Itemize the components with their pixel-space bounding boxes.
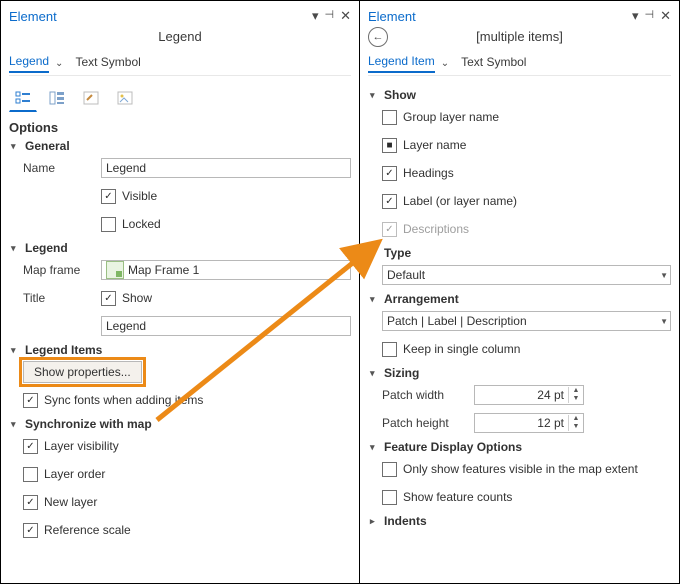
- patch-width-label: Patch width: [382, 388, 466, 402]
- tab-text-symbol-right[interactable]: Text Symbol: [461, 55, 526, 72]
- image-view-icon[interactable]: [111, 85, 139, 111]
- layer-name-checkbox[interactable]: ■Layer name: [382, 138, 466, 153]
- layer-order-checkbox[interactable]: Layer order: [23, 467, 105, 482]
- element-pane-left: Element ▾ ⊣ ✕ Legend Legend ⌄ Text Symbo…: [0, 0, 360, 584]
- caret-down-icon: ▾: [370, 294, 380, 305]
- label-checkbox[interactable]: ✓Label (or layer name): [382, 194, 517, 209]
- show-feature-counts-checkbox[interactable]: Show feature counts: [382, 490, 512, 505]
- window-controls: ▾ ⊣ ✕: [312, 8, 351, 24]
- group-layer-name-checkbox[interactable]: Group layer name: [382, 110, 499, 125]
- list-view-icon[interactable]: [9, 85, 37, 112]
- caret-down-icon: ▾: [370, 90, 380, 101]
- visible-checkbox[interactable]: ✓Visible: [101, 189, 157, 204]
- options-heading: Options: [9, 120, 351, 135]
- show-title-checkbox[interactable]: ✓Show: [101, 291, 152, 306]
- close-icon[interactable]: ✕: [660, 8, 671, 24]
- reference-scale-checkbox[interactable]: ✓Reference scale: [23, 523, 131, 538]
- view-mode-icons: [9, 84, 351, 112]
- name-input[interactable]: [101, 158, 351, 178]
- pin-icon[interactable]: ⊣: [325, 8, 335, 24]
- group-show[interactable]: ▾ Show: [370, 88, 671, 102]
- close-icon[interactable]: ✕: [340, 8, 351, 24]
- chevron-down-icon: ▼: [660, 317, 668, 326]
- spinner-up-icon[interactable]: ▲: [573, 415, 580, 423]
- back-button[interactable]: ←: [368, 27, 388, 47]
- group-legend[interactable]: ▾ Legend: [11, 241, 351, 255]
- title-label: Title: [23, 291, 93, 305]
- chevron-down-icon: ▼: [340, 266, 348, 275]
- title-input[interactable]: [101, 316, 351, 336]
- pane-subtitle: [multiple items]: [476, 29, 563, 44]
- patch-width-spinner[interactable]: 24 pt ▲▼: [474, 385, 584, 405]
- sync-fonts-checkbox[interactable]: ✓Sync fonts when adding items: [23, 393, 203, 408]
- map-frame-icon: [106, 261, 124, 279]
- tab-legend[interactable]: Legend: [9, 54, 49, 73]
- layer-visibility-checkbox[interactable]: ✓Layer visibility: [23, 439, 119, 454]
- arrangement-select[interactable]: Patch | Label | Description ▼: [382, 311, 671, 331]
- chevron-down-icon[interactable]: ⌄: [441, 58, 449, 69]
- chevron-down-icon: ▼: [660, 271, 668, 280]
- dropdown-icon[interactable]: ▾: [312, 8, 319, 24]
- caret-down-icon: ▾: [11, 141, 21, 152]
- tab-legend-item[interactable]: Legend Item: [368, 54, 435, 73]
- mapframe-select[interactable]: Map Frame 1 ▼: [101, 260, 351, 280]
- pane-subtitle-row: ← [multiple items]: [368, 27, 671, 47]
- name-label: Name: [23, 161, 93, 175]
- caret-down-icon: ▾: [11, 243, 21, 254]
- caret-down-icon: ▾: [11, 419, 21, 430]
- caret-down-icon: ▾: [370, 442, 380, 453]
- group-arrangement[interactable]: ▾ Arrangement: [370, 292, 671, 306]
- headings-checkbox[interactable]: ✓Headings: [382, 166, 454, 181]
- caret-down-icon: ▾: [370, 248, 380, 259]
- group-indents[interactable]: ▸ Indents: [370, 514, 671, 528]
- chevron-down-icon[interactable]: ⌄: [55, 58, 63, 69]
- type-select[interactable]: Default ▼: [382, 265, 671, 285]
- keep-single-column-checkbox[interactable]: Keep in single column: [382, 342, 520, 357]
- properties-view-icon[interactable]: [43, 85, 71, 111]
- pane-title: Element: [368, 9, 632, 24]
- dropdown-icon[interactable]: ▾: [632, 8, 639, 24]
- new-layer-checkbox[interactable]: ✓New layer: [23, 495, 97, 510]
- window-controls: ▾ ⊣ ✕: [632, 8, 671, 24]
- patch-height-spinner[interactable]: 12 pt ▲▼: [474, 413, 584, 433]
- patch-height-label: Patch height: [382, 416, 466, 430]
- group-general[interactable]: ▾ General: [11, 139, 351, 153]
- edit-view-icon[interactable]: [77, 85, 105, 111]
- group-sync-map[interactable]: ▾ Synchronize with map: [11, 417, 351, 431]
- spinner-up-icon[interactable]: ▲: [573, 387, 580, 395]
- spinner-down-icon[interactable]: ▼: [573, 423, 580, 431]
- only-visible-checkbox[interactable]: Only show features visible in the map ex…: [382, 462, 638, 477]
- locked-checkbox[interactable]: Locked: [101, 217, 161, 232]
- pane-subtitle: Legend: [9, 27, 351, 47]
- show-properties-button[interactable]: Show properties...: [23, 361, 142, 383]
- caret-down-icon: ▾: [11, 345, 21, 356]
- group-sizing[interactable]: ▾ Sizing: [370, 366, 671, 380]
- mapframe-label: Map frame: [23, 263, 93, 277]
- group-type[interactable]: ▾ Type: [370, 246, 671, 260]
- element-pane-right: Element ▾ ⊣ ✕ ← [multiple items] Legend …: [360, 0, 680, 584]
- group-legend-items[interactable]: ▾ Legend Items: [11, 343, 351, 357]
- caret-right-icon: ▸: [370, 516, 380, 527]
- caret-down-icon: ▾: [370, 368, 380, 379]
- tab-text-symbol[interactable]: Text Symbol: [75, 55, 140, 72]
- descriptions-checkbox: ✓Descriptions: [382, 222, 469, 237]
- spinner-down-icon[interactable]: ▼: [573, 395, 580, 403]
- pane-title: Element: [9, 9, 312, 24]
- group-feature-display[interactable]: ▾ Feature Display Options: [370, 440, 671, 454]
- pin-icon[interactable]: ⊣: [645, 8, 655, 24]
